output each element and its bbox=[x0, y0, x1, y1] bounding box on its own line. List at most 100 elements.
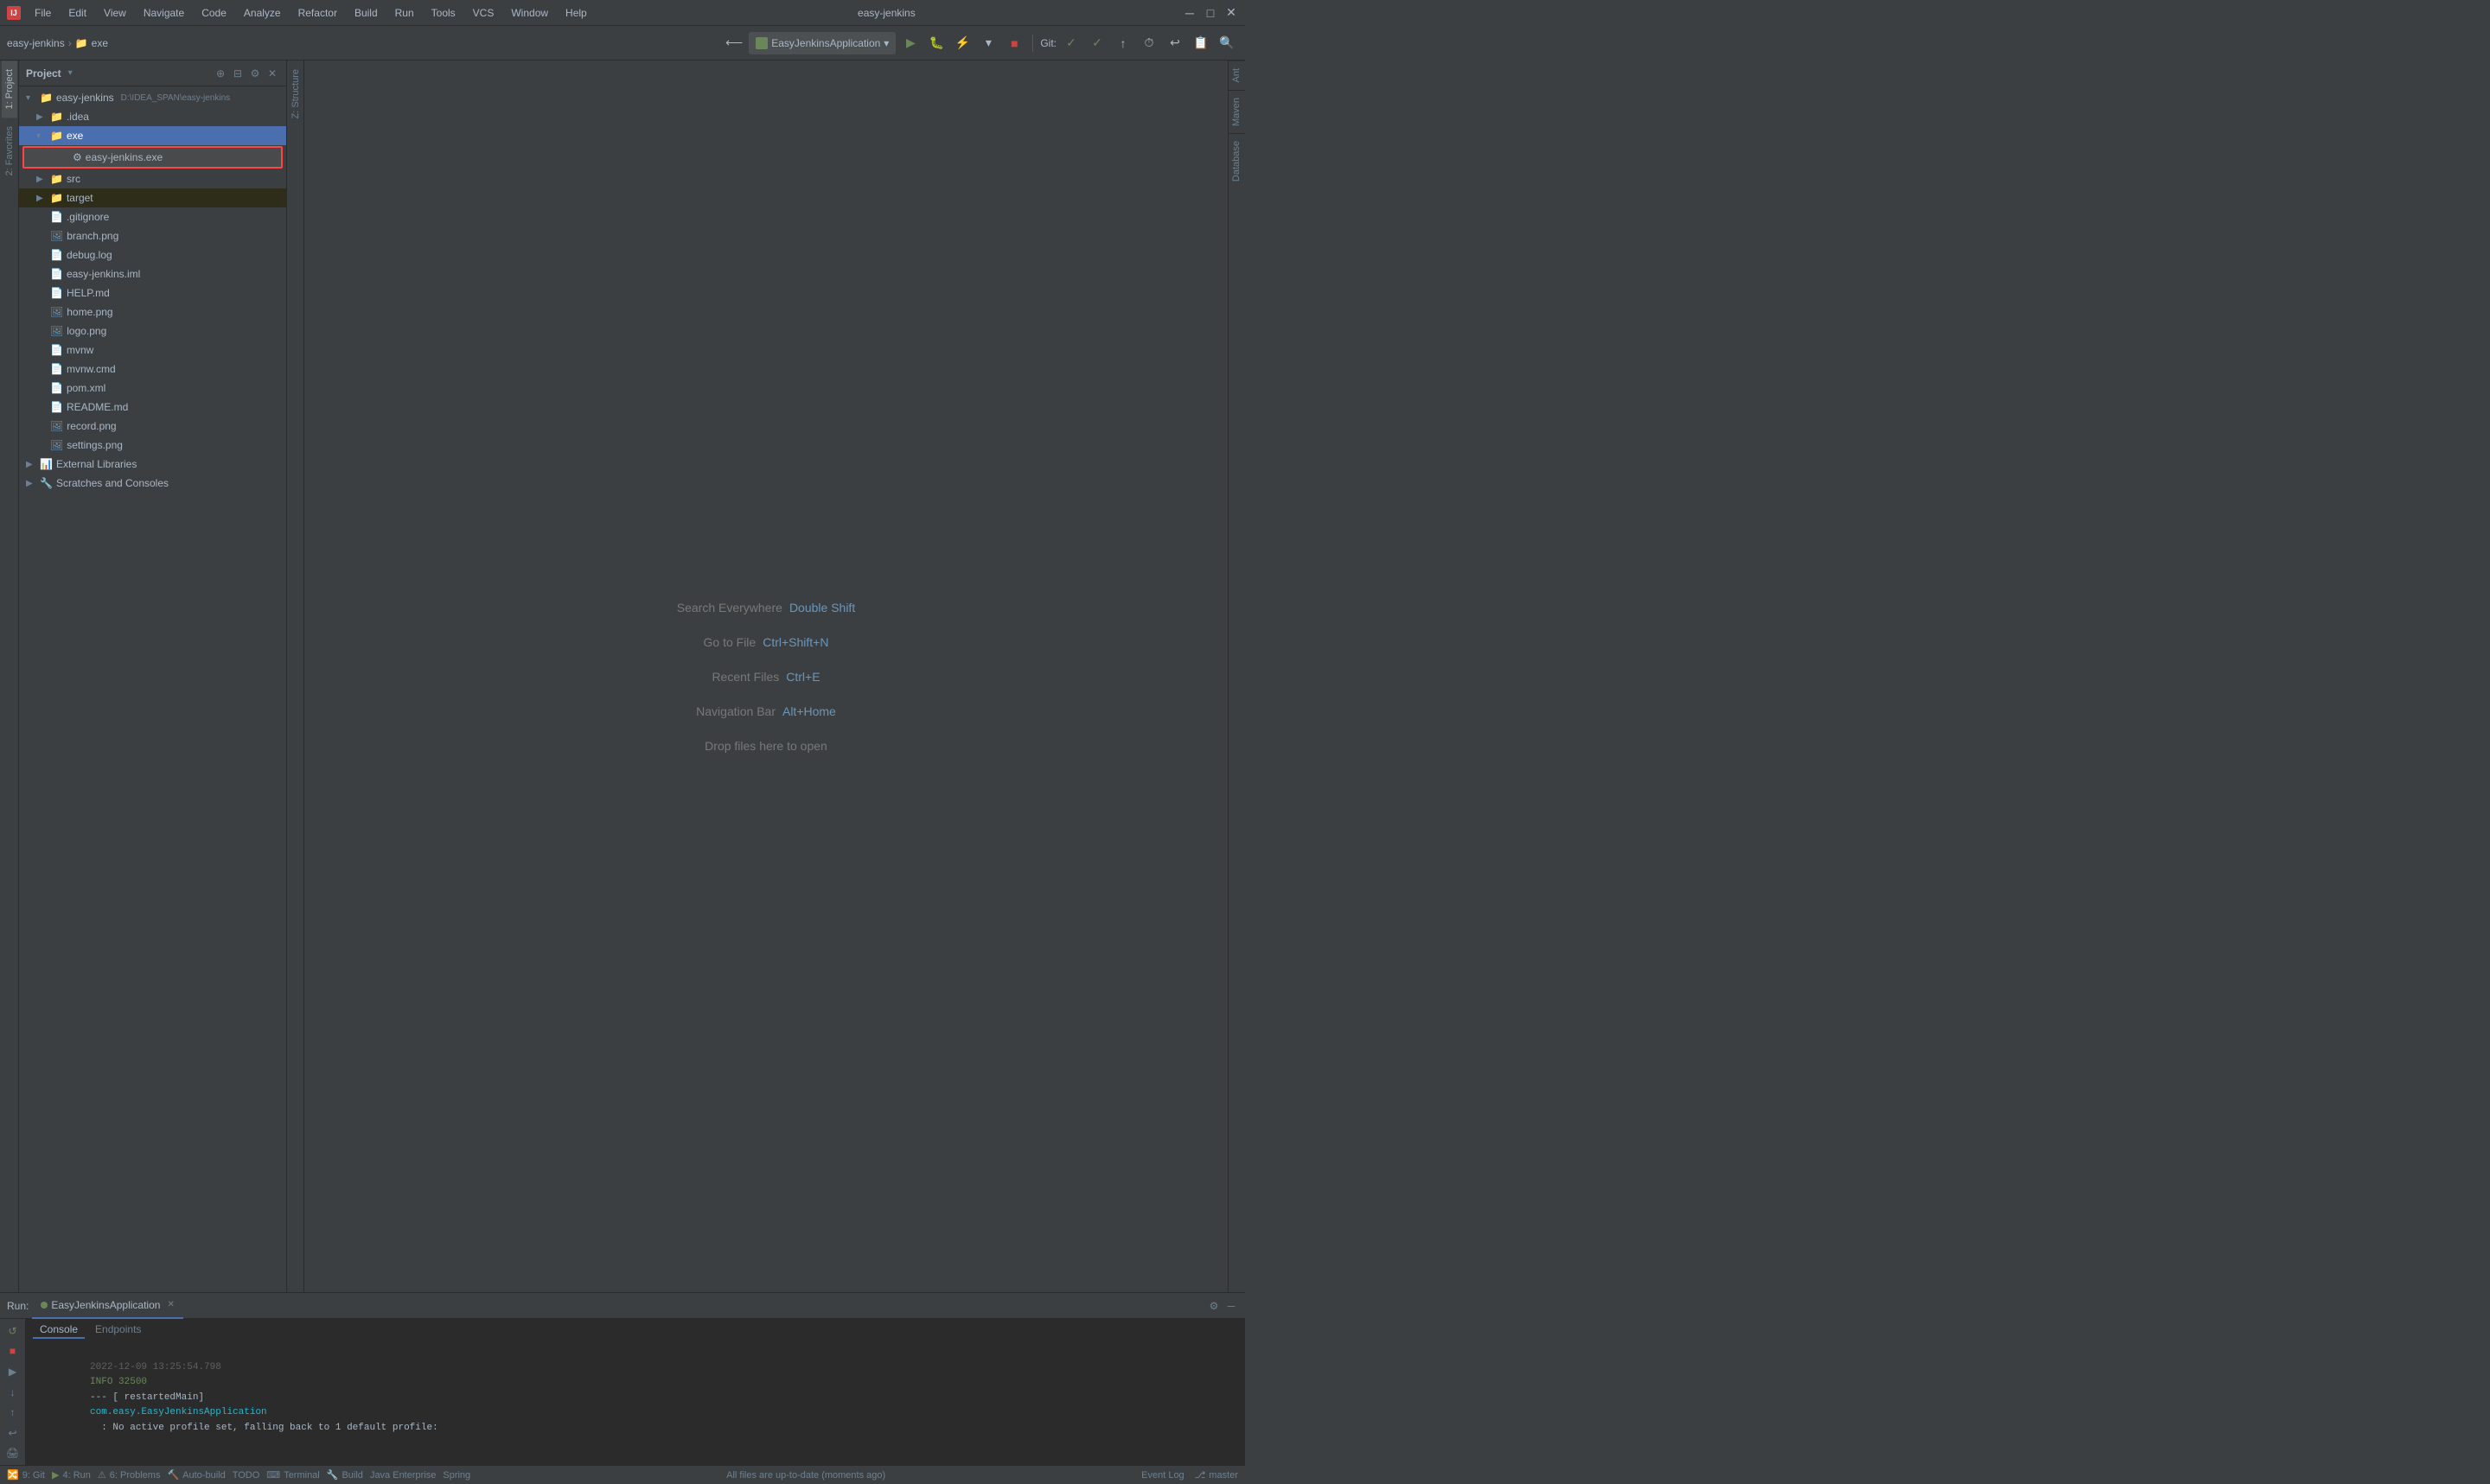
git-label: Git: bbox=[1040, 37, 1057, 49]
rerun-button[interactable]: ↺ bbox=[4, 1322, 22, 1340]
minimize-ctrl-icon[interactable]: ─ bbox=[1224, 1299, 1238, 1313]
run-coverage-button[interactable]: ⚡ bbox=[951, 32, 974, 54]
tree-debug-log[interactable]: ▶ 📄 debug.log bbox=[19, 245, 286, 264]
src-label: src bbox=[67, 173, 80, 185]
target-folder-icon: 📁 bbox=[50, 192, 63, 204]
tree-mvnw-cmd[interactable]: ▶ 📄 mvnw.cmd bbox=[19, 360, 286, 379]
bp-arrow: ▶ bbox=[36, 232, 47, 241]
debug-button[interactable]: 🐛 bbox=[925, 32, 948, 54]
git-undo-btn[interactable]: ↩ bbox=[1164, 32, 1186, 54]
run-button[interactable]: ▶ bbox=[899, 32, 922, 54]
endpoints-subtab[interactable]: Endpoints bbox=[88, 1322, 148, 1339]
tree-scratches[interactable]: ▶ 🔧 Scratches and Consoles bbox=[19, 474, 286, 493]
close-panel-icon[interactable]: ✕ bbox=[265, 67, 279, 80]
stop-run-button[interactable]: ■ bbox=[4, 1343, 22, 1360]
console-subtab[interactable]: Console bbox=[33, 1322, 85, 1339]
tree-root[interactable]: ▾ 📁 easy-jenkins D:\IDEA_SPAN\easy-jenki… bbox=[19, 88, 286, 107]
tree-logo-png[interactable]: ▶ 🖼 logo.png bbox=[19, 322, 286, 341]
breadcrumb-item[interactable]: exe bbox=[92, 37, 108, 49]
tree-idea[interactable]: ▶ 📁 .idea bbox=[19, 107, 286, 126]
git-push-btn[interactable]: ↑ bbox=[1112, 32, 1134, 54]
tree-help-md[interactable]: ▶ 📄 HELP.md bbox=[19, 283, 286, 303]
menu-analyze[interactable]: Analyze bbox=[240, 5, 284, 21]
soft-wrap-button[interactable]: ↩ bbox=[4, 1424, 22, 1442]
scroll-up-button[interactable]: ↑ bbox=[4, 1404, 22, 1421]
project-dropdown-icon[interactable]: ▾ bbox=[68, 68, 73, 78]
app-logo: IJ bbox=[7, 6, 21, 20]
stop-button[interactable]: ■ bbox=[1003, 32, 1025, 54]
locate-file-icon[interactable]: ⊕ bbox=[214, 67, 227, 80]
tree-settings-png[interactable]: ▶ 🖼 settings.png bbox=[19, 436, 286, 455]
status-autobuild-item[interactable]: 🔨 Auto-build bbox=[167, 1469, 225, 1481]
menu-run[interactable]: Run bbox=[392, 5, 418, 21]
favorites-tab-vert[interactable]: 2: Favorites bbox=[2, 118, 17, 184]
minimize-button[interactable]: ─ bbox=[1183, 6, 1197, 20]
more-run-button[interactable]: ▾ bbox=[977, 32, 999, 54]
tree-branch-png[interactable]: ▶ 🖼 branch.png bbox=[19, 226, 286, 245]
menu-build[interactable]: Build bbox=[351, 5, 381, 21]
breadcrumb-root[interactable]: easy-jenkins bbox=[7, 37, 65, 49]
navigate-back-button[interactable]: ⟵ bbox=[723, 32, 745, 54]
status-git-item[interactable]: 🔀 9: Git bbox=[7, 1469, 45, 1481]
tree-target[interactable]: ▶ 📁 target bbox=[19, 188, 286, 207]
project-tree: ▾ 📁 easy-jenkins D:\IDEA_SPAN\easy-jenki… bbox=[19, 86, 286, 1292]
status-java-enterprise-item[interactable]: Java Enterprise bbox=[370, 1470, 436, 1481]
tree-easy-jenkins-exe[interactable]: ▶ ⚙ easy-jenkins.exe bbox=[24, 148, 281, 167]
menu-refactor[interactable]: Refactor bbox=[295, 5, 341, 21]
print-button[interactable]: 🖨 bbox=[4, 1444, 22, 1462]
maven-tab[interactable]: Maven bbox=[1229, 90, 1245, 133]
menu-help[interactable]: Help bbox=[562, 5, 591, 21]
tree-easy-jenkins-iml[interactable]: ▶ 📄 easy-jenkins.iml bbox=[19, 264, 286, 283]
menu-code[interactable]: Code bbox=[198, 5, 230, 21]
tree-src[interactable]: ▶ 📁 src bbox=[19, 169, 286, 188]
menu-edit[interactable]: Edit bbox=[65, 5, 90, 21]
console-content[interactable]: 2022-12-09 13:25:54.798 INFO 32500 --- [… bbox=[26, 1341, 1245, 1465]
tree-gitignore[interactable]: ▶ 📄 .gitignore bbox=[19, 207, 286, 226]
git-commit-btn[interactable]: ✓ bbox=[1086, 32, 1108, 54]
database-tab[interactable]: Database bbox=[1229, 133, 1245, 188]
status-todo-item[interactable]: TODO bbox=[233, 1470, 260, 1481]
git-branch-item[interactable]: ⎇ master bbox=[1195, 1469, 1238, 1481]
status-spring-item[interactable]: Spring bbox=[443, 1470, 470, 1481]
resume-button[interactable]: ▶ bbox=[4, 1363, 22, 1380]
tree-external-libs[interactable]: ▶ 📊 External Libraries bbox=[19, 455, 286, 474]
project-tab[interactable]: 1: Project bbox=[2, 61, 17, 118]
pom-xml-label: pom.xml bbox=[67, 382, 105, 394]
structure-tab-vert[interactable]: Z: Structure bbox=[288, 61, 303, 127]
git-pull-btn[interactable]: ⏱ bbox=[1138, 32, 1160, 54]
menu-vcs[interactable]: VCS bbox=[469, 5, 498, 21]
status-eventlog-item[interactable]: Event Log bbox=[1141, 1469, 1184, 1481]
run-tab[interactable]: EasyJenkinsApplication ✕ bbox=[32, 1293, 182, 1319]
status-build-item[interactable]: 🔧 Build bbox=[327, 1469, 363, 1481]
menu-window[interactable]: Window bbox=[508, 5, 552, 21]
menu-view[interactable]: View bbox=[100, 5, 130, 21]
settings-icon[interactable]: ⚙ bbox=[248, 67, 262, 80]
git-check-btn[interactable]: ✓ bbox=[1060, 32, 1082, 54]
tree-readme-md[interactable]: ▶ 📄 README.md bbox=[19, 398, 286, 417]
search-everywhere-btn[interactable]: 🔍 bbox=[1216, 32, 1238, 54]
status-run-item[interactable]: ▶ 4: Run bbox=[52, 1469, 91, 1481]
tree-pom-xml[interactable]: ▶ 📄 pom.xml bbox=[19, 379, 286, 398]
settings-ctrl-icon[interactable]: ⚙ bbox=[1207, 1299, 1221, 1313]
menu-navigate[interactable]: Navigate bbox=[140, 5, 188, 21]
tree-exe[interactable]: ▾ 📁 exe bbox=[19, 126, 286, 145]
toolbar: easy-jenkins › 📁 exe ⟵ EasyJenkinsApplic… bbox=[0, 26, 1245, 61]
status-problems-item[interactable]: ⚠ 6: Problems bbox=[98, 1469, 161, 1481]
tree-mvnw[interactable]: ▶ 📄 mvnw bbox=[19, 341, 286, 360]
run-tab-close-icon[interactable]: ✕ bbox=[167, 1300, 174, 1309]
maximize-button[interactable]: □ bbox=[1204, 6, 1217, 20]
editor-placeholder[interactable]: Search Everywhere Double Shift Go to Fil… bbox=[304, 61, 1228, 1292]
status-terminal-item[interactable]: ⌨ Terminal bbox=[266, 1469, 319, 1481]
collapse-all-icon[interactable]: ⊟ bbox=[231, 67, 245, 80]
close-button[interactable]: ✕ bbox=[1224, 6, 1238, 20]
tree-home-png[interactable]: ▶ 🖼 home.png bbox=[19, 303, 286, 322]
run-config-selector[interactable]: EasyJenkinsApplication ▾ bbox=[749, 32, 896, 54]
ant-tab[interactable]: Ant bbox=[1229, 61, 1245, 90]
bottom-tabs-header: Run: EasyJenkinsApplication ✕ ⚙ ─ bbox=[0, 1293, 1245, 1319]
menu-tools[interactable]: Tools bbox=[428, 5, 459, 21]
menu-file[interactable]: File bbox=[31, 5, 54, 21]
statusbar: 🔀 9: Git ▶ 4: Run ⚠ 6: Problems 🔨 Auto-b… bbox=[0, 1465, 1245, 1484]
tree-record-png[interactable]: ▶ 🖼 record.png bbox=[19, 417, 286, 436]
scroll-down-button[interactable]: ↓ bbox=[4, 1384, 22, 1401]
git-history-btn[interactable]: 📋 bbox=[1190, 32, 1212, 54]
